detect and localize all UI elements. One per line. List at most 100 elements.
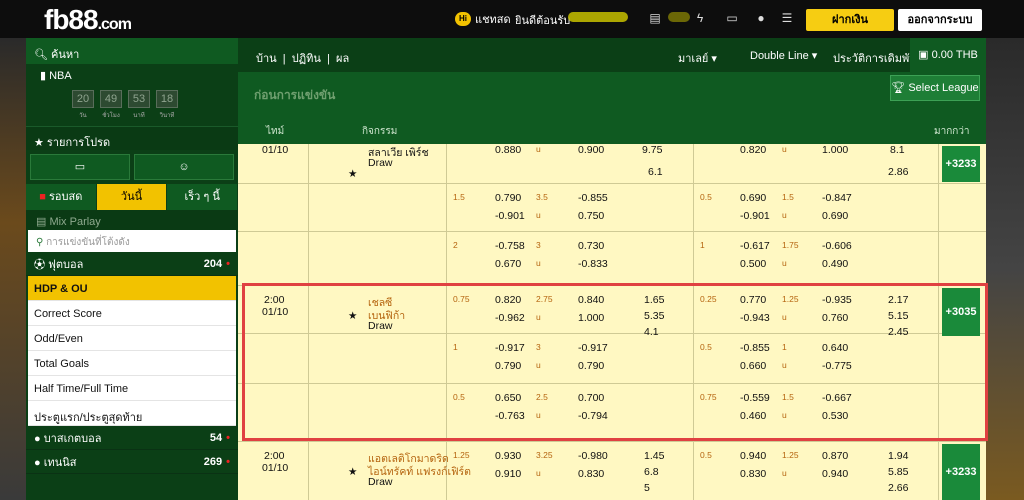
menu-correct-score[interactable]: Correct Score [28,301,236,326]
odds-1x2[interactable]: 9.75 [642,144,662,156]
trophy-icon: 🏆︎ [891,82,909,94]
line-mode-select[interactable]: Double Line ▾ [750,49,817,62]
odds-value[interactable]: -0.617 [740,240,770,252]
odds-value[interactable]: -0.847 [822,192,852,204]
tab-live[interactable]: ■ รอบสด [26,184,97,210]
odds-value[interactable]: 0.940 [822,468,848,480]
ou-line: 3.25 [536,450,553,460]
nba-logo-icon: ▮ [40,70,50,82]
nav-calendar[interactable]: ปฏิทิน [292,53,321,65]
odds-value[interactable]: -0.833 [578,258,608,270]
nav-results[interactable]: ผล [336,53,349,65]
col-time: ไทม์ [266,126,285,137]
odds-value[interactable]: 0.820 [740,144,766,156]
favorites-header[interactable]: ★ รายการโปรด [26,126,238,150]
odds-1x2[interactable]: 6.8 [644,466,659,478]
odds-1x2[interactable]: 6.1 [648,166,663,178]
odds-value[interactable]: 0.730 [578,240,604,252]
countdown-seconds: 18 วินาที [156,90,178,126]
odds-value[interactable]: -0.855 [578,192,608,204]
favorite-star-icon[interactable]: ★ [348,168,357,180]
countdown: 20 วัน 49 ชั่วโมง 53 นาที 18 วินาที [26,86,238,126]
menu-hdp-ou[interactable]: HDP & OU [28,276,236,301]
deposit-button[interactable]: ฝากเงิน [806,9,894,31]
odds-1x2[interactable]: 8.1 [890,144,905,156]
masked-username [568,12,628,22]
league-title: ก่อนการแข่งขัน [254,88,336,102]
tv-icon[interactable]: ▭ [30,154,130,180]
odds-1x2[interactable]: 5.85 [888,466,908,478]
under-marker: u [782,468,787,478]
mix-parlay-icon: ▤ [36,216,50,228]
col-event: กิจกรรม [362,126,398,137]
odds-value[interactable]: 0.690 [740,192,766,204]
sport-tennis[interactable]: ● เทนนิส 269 • [26,450,238,474]
handicap-line: 1.5 [453,192,465,202]
odds-value[interactable]: 0.900 [578,144,604,156]
odds-1x2[interactable]: 2.66 [888,482,908,494]
sport-basketball[interactable]: ● บาสเกตบอล 54 • [26,426,238,450]
sport-football[interactable]: ⚽︎ ฟุตบอล 204 • [26,252,238,276]
list-icon[interactable]: ☰ [780,11,794,25]
odds-value[interactable]: 0.870 [822,450,848,462]
tree-icon: ⚲ [36,237,47,248]
odds-value[interactable]: 0.670 [495,258,521,270]
highlight-box [242,283,988,441]
mix-parlay[interactable]: ▤ Mix Parlay [26,210,238,230]
search-icon: 🔍︎ [34,49,52,61]
league-filter-input[interactable]: ⚲ การแข่งขันที่โต้งดัง [28,230,236,252]
kickoff-time: 2:00 [264,450,285,462]
tab-upcoming[interactable]: เร็ว ๆ นี้ [167,184,239,210]
odds-value[interactable]: 0.690 [822,210,848,222]
odds-value[interactable]: 0.910 [495,468,521,480]
odds-value[interactable]: 0.490 [822,258,848,270]
odds-value[interactable]: -0.758 [495,240,525,252]
search-bar[interactable]: 🔍︎ ค้นหา [26,38,238,64]
welcome-text: ยินดีต้อนรับ [515,15,571,27]
col-more: มากกว่า [934,126,970,137]
menu-odd-even[interactable]: Odd/Even [28,326,236,351]
odds-value[interactable]: -0.901 [740,210,770,222]
odds-1x2[interactable]: 1.94 [888,450,908,462]
tab-today[interactable]: วันนี้ [96,184,168,210]
live-chat-link[interactable]: Hi แชทสด [455,10,511,28]
odds-1x2[interactable]: 2.86 [888,166,908,178]
select-league-button[interactable]: 🏆︎ Select League [890,75,980,101]
favorite-star-icon[interactable]: ★ [348,466,357,478]
ou-line: 1.5 [782,192,794,202]
ou-line: 3.5 [536,192,548,202]
more-markets-button[interactable]: +3233 [942,444,980,500]
menu-halftime-fulltime[interactable]: Half Time/Full Time [28,376,236,401]
odds-value[interactable]: -0.980 [578,450,608,462]
handicap-line: 2 [453,240,458,250]
odds-1x2[interactable]: 5 [644,482,650,494]
odds-value[interactable]: 0.830 [578,468,604,480]
odds-value[interactable]: -0.901 [495,210,525,222]
user-icon[interactable]: ● [754,11,768,25]
menu-total-goals[interactable]: Total Goals [28,351,236,376]
menu-first-last-goal[interactable]: ประตูแรก/ประตูสุดท้าย [28,401,236,426]
odds-1x2[interactable]: 1.45 [644,450,664,462]
logo[interactable]: fb88.com [44,4,132,36]
odds-value[interactable]: 0.930 [495,450,521,462]
statement-icon[interactable]: ▭ [722,11,742,25]
nav-home[interactable]: บ้าน [256,53,277,65]
odds-value[interactable]: 0.500 [740,258,766,270]
mascot-icon[interactable]: ☺ [134,154,234,180]
under-marker: u [536,210,541,220]
odds-value[interactable]: 0.940 [740,450,766,462]
odds-format-select[interactable]: มาเลย์ ▾ [678,49,717,67]
odds-value[interactable]: 0.880 [495,144,521,156]
logout-button[interactable]: ออกจากระบบ [898,9,982,31]
more-markets-button[interactable]: +3233 [942,146,980,182]
odds-value[interactable]: 0.830 [740,468,766,480]
odds-value[interactable]: 1.000 [822,144,848,156]
odds-value[interactable]: 0.790 [495,192,521,204]
bet-history-link[interactable]: ประวัติการเดิมพัน [833,49,917,67]
betslip-icon[interactable]: ▤ [648,11,662,25]
odds-value[interactable]: 0.750 [578,210,604,222]
bolt-icon[interactable]: ϟ [693,11,707,25]
team-name: Draw [368,476,393,488]
odds-value[interactable]: -0.606 [822,240,852,252]
live-dot-icon: ■ [39,191,49,203]
